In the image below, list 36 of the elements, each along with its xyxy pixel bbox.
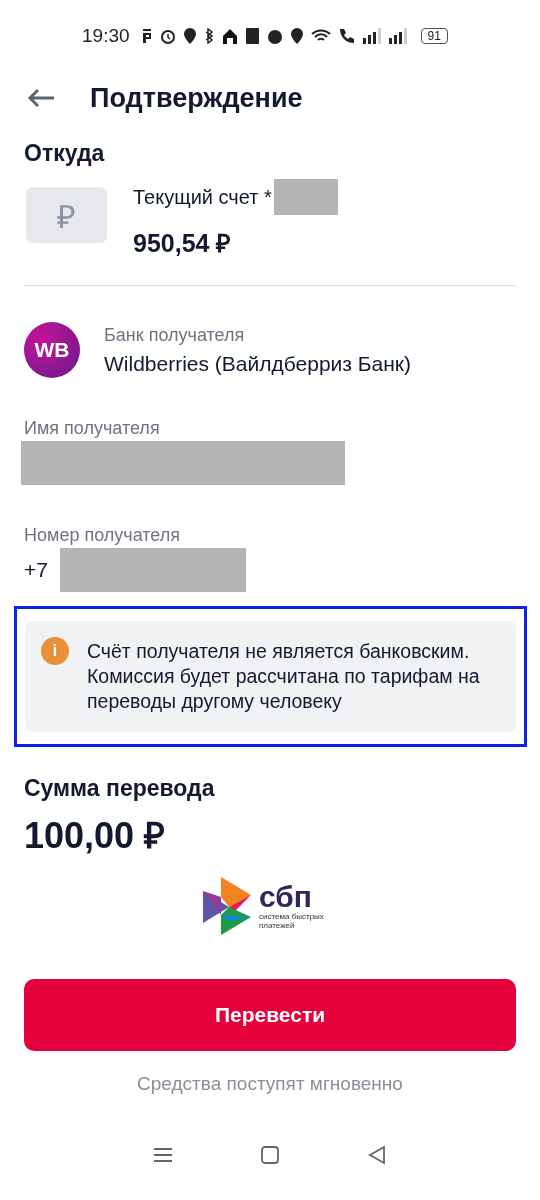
bank-name: Wildberries (Вайлдберриз Банк) [104,351,412,376]
parking-icon [141,28,152,44]
location-icon [290,28,303,44]
transfer-amount: 100,00 ₽ [24,814,167,858]
phone-prefix: +7 [24,558,48,582]
sbp-logo-icon [203,877,253,935]
wifi-icon [310,29,331,43]
menu-icon[interactable] [153,1147,174,1163]
home-icon [221,28,238,44]
section-heading: Сумма перевода [24,775,216,802]
notice-text: Счёт получателя не является банковским. Комиссия будет рассчитана по тарифам на переводы другому человеку [87,639,481,714]
bank-avatar: WB [24,322,80,378]
footnote-text: Средства поступят мгновенно [136,1073,404,1095]
wifi-call-icon [338,28,355,44]
home-square-icon[interactable] [260,1145,280,1165]
field-label: Банк получателя [104,324,246,346]
sbp-tagline: система быстрых платежей [259,912,325,930]
location-icon [183,28,196,44]
section-heading: Откуда [24,140,106,167]
field-label: Имя получателя [24,418,161,439]
account-name: Текущий счет * [133,185,272,209]
page-title: Подтверждение [90,82,303,114]
account-balance: 950,54 ₽ [133,228,233,259]
bluetooth-icon [203,28,214,44]
signal-icon [388,28,407,44]
back-triangle-icon[interactable] [366,1145,387,1165]
info-icon: i [41,637,69,665]
field-label: Номер получателя [24,525,181,546]
signal-icon [362,28,381,44]
transfer-button[interactable]: Перевести [24,979,516,1051]
sbp-name: сбп [259,882,313,912]
ruble-icon: ₽ [26,187,107,243]
status-time: 19:30 [82,25,130,47]
redaction-block [273,179,338,215]
back-arrow-icon[interactable] [26,87,56,109]
battery-indicator: 91 [420,28,448,44]
